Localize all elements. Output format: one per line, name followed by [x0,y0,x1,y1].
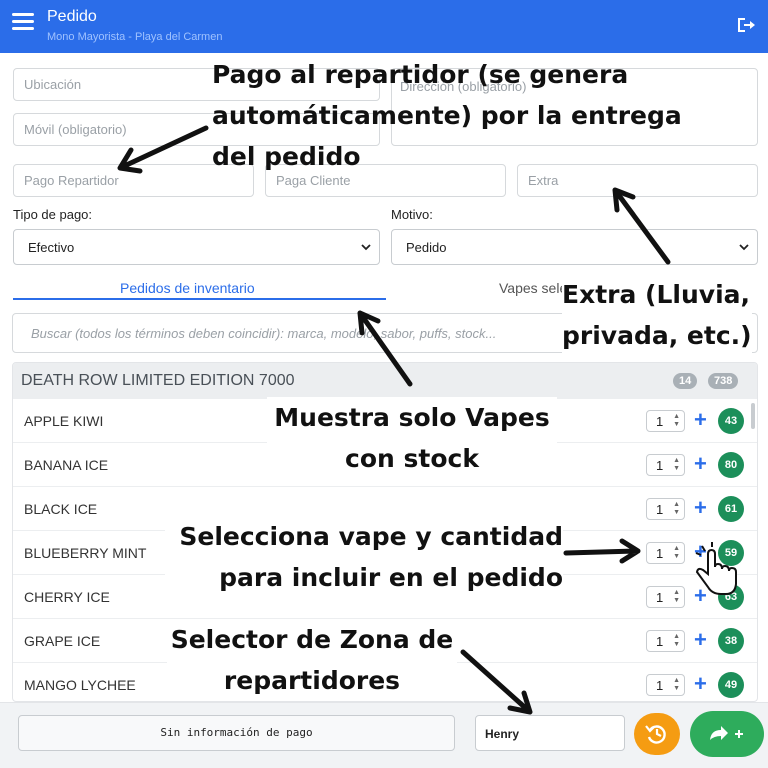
reset-button[interactable] [634,713,680,755]
payment-type-value: Efectivo [28,240,75,255]
stock-badge: 80 [718,452,744,478]
quantity-stepper[interactable]: 1 ▲ ▼ [646,542,685,564]
page-title: Pedido [47,8,97,25]
quantity-stepper[interactable]: 1 ▲ ▼ [646,630,685,652]
hamburger-menu-icon[interactable] [12,13,34,31]
flavor-name: GRAPE ICE [24,633,101,649]
reason-select[interactable]: Pedido [391,229,758,265]
annotation-extra: Extra (Lluvia, privada, etc.) [562,274,752,356]
add-button[interactable]: + [694,671,707,697]
add-button[interactable]: + [694,495,707,521]
chevron-down-icon [739,244,749,251]
app-header: Pedido Mono Mayorista - Playa del Carmen [0,0,768,53]
flavor-name: BLACK ICE [24,501,98,517]
flavor-name: APPLE KIWI [24,413,104,429]
payment-info-display: Sin información de pago [18,715,455,751]
reason-label: Motivo: [391,207,433,222]
order-footer: Sin información de pago Henry [0,702,768,768]
payment-type-select[interactable]: Efectivo [13,229,380,265]
group-stock-badge: 738 [708,373,739,389]
add-button[interactable]: + [694,627,707,653]
flavor-name: CHERRY ICE [24,589,110,605]
stock-badge: 38 [718,628,744,654]
quantity-stepper[interactable]: 1 ▲ ▼ [646,674,685,696]
group-count-badge: 14 [673,373,698,389]
annotation-stock-only: Muestra solo Vapes con stock [267,397,557,479]
share-plus-icon [710,726,743,740]
quantity-stepper[interactable]: 1 ▲ ▼ [646,586,685,608]
add-button[interactable]: + [694,407,707,433]
active-tab-indicator [13,298,386,300]
flavor-name: BLUEBERRY MINT [24,545,147,561]
reason-value: Pedido [406,240,447,255]
stock-badge: 61 [718,496,744,522]
quantity-stepper[interactable]: 1 ▲ ▼ [646,454,685,476]
delivery-zone-select[interactable]: Henry [475,715,625,751]
payment-type-label: Tipo de pago: [13,207,93,222]
stock-badge: 49 [718,672,744,698]
quantity-stepper[interactable]: 1 ▲ ▼ [646,410,685,432]
product-group-title: DEATH ROW LIMITED EDITION 7000 [21,372,295,389]
product-group-header[interactable]: DEATH ROW LIMITED EDITION 7000 14 738 [13,363,757,399]
chevron-down-icon [361,244,371,251]
logout-icon[interactable] [736,16,756,34]
store-subtitle: Mono Mayorista - Playa del Carmen [47,31,223,43]
tab-inventory-orders[interactable]: Pedidos de inventario [120,280,255,296]
annotation-select-vape: Selecciona vape y cantidad para incluir … [165,516,563,598]
add-button[interactable]: + [694,451,707,477]
annotation-delivery-pay: Pago al repartidor (se genera automática… [212,60,682,171]
stock-badge: 43 [718,408,744,434]
annotation-zone-selector: Selector de Zona de repartidores [167,619,457,701]
send-order-button[interactable] [690,711,764,757]
history-reset-icon [645,725,666,744]
quantity-stepper[interactable]: 1 ▲ ▼ [646,498,685,520]
pointer-hand-icon [695,542,737,595]
flavor-name: MANGO LYCHEE [24,677,136,693]
flavor-name: BANANA ICE [24,457,109,473]
